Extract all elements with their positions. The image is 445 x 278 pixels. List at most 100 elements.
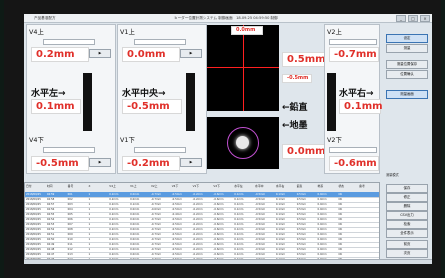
table-cell: 0.0mm bbox=[317, 207, 327, 211]
table-header-cell[interactable]: 备考 bbox=[359, 184, 365, 188]
v2-top-value: -0.7mm bbox=[329, 47, 379, 62]
v4-bottom-value: -0.5mm bbox=[31, 156, 89, 171]
table-header-cell[interactable]: X bbox=[88, 184, 90, 188]
minimize-button[interactable]: _ bbox=[396, 15, 406, 22]
table-cell: 04:52 bbox=[46, 227, 55, 231]
confirm-position-button[interactable]: 位置确认 bbox=[386, 70, 428, 79]
table-cell: 008 bbox=[67, 227, 73, 231]
table-cell: 012 bbox=[67, 247, 73, 251]
table-cell: -0.6mm bbox=[213, 222, 224, 226]
prev-page-button[interactable]: 前页 bbox=[386, 240, 428, 249]
table-cell: 002 bbox=[67, 197, 73, 201]
table-cell: -0.7mm bbox=[150, 202, 162, 206]
table-cell: 2018/09/25 bbox=[26, 197, 41, 201]
next-page-button[interactable]: 次页 bbox=[386, 249, 428, 258]
status-bar bbox=[24, 259, 432, 264]
table-delete-button[interactable]: 删除 bbox=[386, 202, 428, 211]
table-header-cell[interactable]: V4上 bbox=[109, 184, 116, 188]
table-cell: -0.2mm bbox=[192, 217, 203, 221]
table-header-cell[interactable]: V4下 bbox=[172, 184, 179, 188]
table-cell: -0.7mm bbox=[150, 242, 162, 246]
table-cell: -0.6mm bbox=[213, 237, 224, 241]
table-cell: 0.0mm bbox=[317, 222, 327, 226]
table-cell: 1 bbox=[88, 222, 91, 226]
table-header-cell[interactable]: 日付 bbox=[26, 184, 32, 188]
table-header-cell[interactable]: 鉛直 bbox=[297, 184, 303, 188]
close-button[interactable]: × bbox=[420, 15, 430, 22]
table-header-cell[interactable]: 水平左 bbox=[234, 184, 242, 188]
table-header-cell[interactable]: 时间 bbox=[47, 184, 53, 188]
table-header-cell[interactable]: 地墨 bbox=[318, 184, 324, 188]
table-cell: 0.0mm bbox=[317, 227, 327, 231]
save-position-button[interactable]: 测量位置保存 bbox=[386, 60, 428, 69]
table-header-cell[interactable]: V2上 bbox=[151, 184, 158, 188]
show-all-button[interactable]: 全件表示 bbox=[386, 229, 428, 238]
table-cell: 009 bbox=[67, 232, 73, 236]
v2-top-gauge bbox=[329, 39, 377, 45]
table-cell: 0.1mm bbox=[275, 222, 286, 226]
measure-screen-button[interactable]: 测量画面 bbox=[386, 90, 428, 99]
csv-export-button[interactable]: CSV出力 bbox=[386, 211, 428, 220]
maximize-button[interactable]: □ bbox=[408, 15, 418, 22]
table-cell: 04:51 bbox=[46, 232, 55, 236]
table-cell: OK bbox=[338, 247, 343, 251]
table-cell: 04:48 bbox=[46, 247, 55, 251]
table-header-cell[interactable]: 水平右 bbox=[276, 184, 284, 188]
measure-button[interactable]: 测量 bbox=[386, 44, 428, 53]
v1-bottom-gauge bbox=[134, 147, 186, 153]
table-cell: -0.7mm bbox=[150, 217, 162, 221]
table-cell: 0.2mm bbox=[109, 212, 119, 216]
table-cell: -0.2mm bbox=[192, 192, 203, 196]
v1-top-gauge bbox=[134, 39, 186, 45]
table-header-cell[interactable]: 状态 bbox=[338, 184, 344, 188]
table-cell: 006 bbox=[67, 217, 73, 221]
table-cell: 0.5mm bbox=[296, 237, 306, 241]
table-header-cell[interactable]: V1上 bbox=[130, 184, 137, 188]
table-cell: OK bbox=[338, 207, 343, 211]
table-cell: 0.1mm bbox=[275, 217, 286, 221]
table-cell: -0.5mm bbox=[171, 222, 182, 226]
table-cell: -0.5mm bbox=[255, 192, 266, 196]
vertical-value: 0.5mm bbox=[282, 52, 328, 67]
camera-view-ground bbox=[207, 117, 279, 169]
table-cell: -0.6mm bbox=[213, 217, 224, 221]
table-cell: 0.1mm bbox=[234, 242, 244, 246]
v4-bottom-set-button[interactable]: ▶ bbox=[89, 158, 111, 167]
v4-scale-bar bbox=[83, 73, 92, 131]
search-button[interactable]: 检索 bbox=[386, 220, 428, 229]
table-cell: OK bbox=[338, 217, 343, 221]
v1-top-value: 0.0mm bbox=[122, 47, 180, 62]
v1-top-set-button[interactable]: ▶ bbox=[180, 49, 202, 58]
table-cell: -0.5mm bbox=[171, 207, 182, 211]
table-cell: 2018/09/25 bbox=[26, 222, 41, 226]
table-cell: 1 bbox=[88, 212, 91, 216]
table-edit-button[interactable]: 修正 bbox=[386, 193, 428, 202]
table-cell: 0.5mm bbox=[296, 222, 306, 226]
table-cell: -0.2mm bbox=[192, 232, 203, 236]
v1-bottom-set-button[interactable]: ▶ bbox=[180, 158, 202, 167]
table-cell: 001 bbox=[67, 192, 73, 196]
table-cell: 0.0mm bbox=[317, 202, 327, 206]
table-cell: -0.5mm bbox=[171, 197, 182, 201]
table-cell: -0.5mm bbox=[171, 252, 182, 256]
table-cell: -0.5mm bbox=[255, 227, 266, 231]
table-header-cell[interactable]: 番号 bbox=[68, 184, 74, 188]
table-header-cell[interactable]: 水平中 bbox=[255, 184, 263, 188]
table-cell: 2018/09/25 bbox=[26, 207, 41, 211]
table-cell: 1 bbox=[88, 192, 91, 196]
table-cell: 0.1mm bbox=[234, 212, 244, 216]
table-cell: 0.1mm bbox=[234, 207, 244, 211]
v4-top-set-button[interactable]: ▶ bbox=[89, 49, 111, 58]
table-cell: -0.6mm bbox=[213, 227, 224, 231]
table-header-cell[interactable]: V2下 bbox=[213, 184, 220, 188]
table-cell: -0.2mm bbox=[192, 202, 203, 206]
table-cell: -0.7mm bbox=[150, 197, 162, 201]
table-cell: 0.2mm bbox=[109, 252, 119, 256]
table-cell: 0.0mm bbox=[130, 252, 140, 256]
table-cell: 2018/09/25 bbox=[26, 247, 41, 251]
settings-button[interactable]: 设定 bbox=[386, 34, 428, 43]
table-save-button[interactable]: 保存 bbox=[386, 184, 428, 193]
table-header-cell[interactable]: V1下 bbox=[193, 184, 200, 188]
table-cell: 0.1mm bbox=[234, 232, 244, 236]
table-cell: -0.6mm bbox=[213, 202, 224, 206]
